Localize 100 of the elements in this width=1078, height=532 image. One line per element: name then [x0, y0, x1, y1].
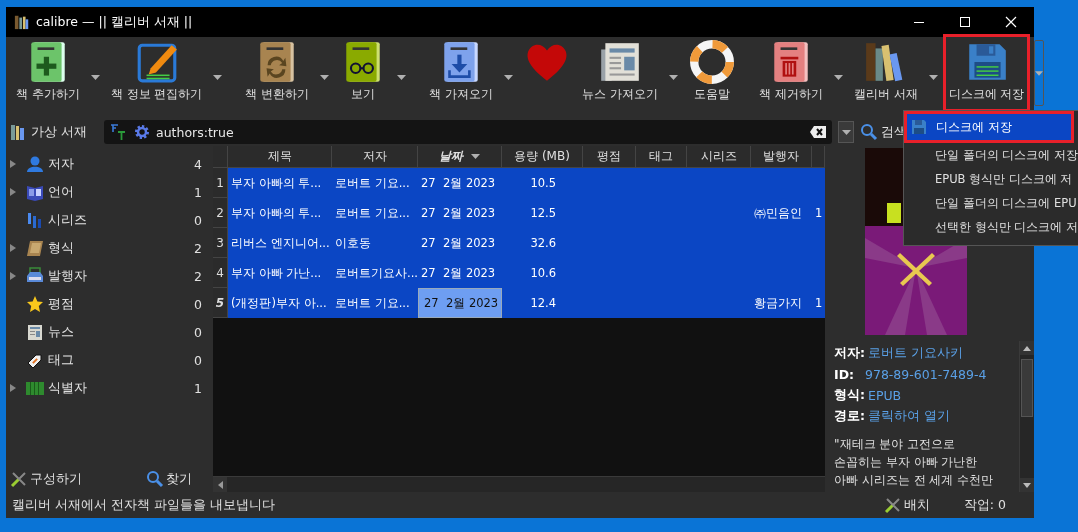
search-field[interactable]: authors:true — [104, 120, 832, 144]
language-book-icon — [26, 183, 44, 201]
gear-icon[interactable] — [134, 124, 150, 140]
table-cell-text: 1 — [814, 295, 824, 312]
field-value[interactable]: 로버트 기요사키 — [868, 345, 963, 362]
field-label: 저자: — [834, 345, 865, 362]
category-label[interactable]: 형식 — [48, 239, 191, 257]
table-row[interactable]: 4 부자 아빠 가난... 로버트기요사... 27 2월 2023 10.6 — [213, 258, 825, 288]
configure-button[interactable]: 구성하기 — [10, 470, 82, 488]
expand-icon[interactable] — [10, 244, 16, 252]
field-value[interactable]: EPUB — [868, 388, 902, 403]
column-header[interactable]: 평점 — [583, 146, 636, 168]
history-dropdown[interactable] — [838, 121, 854, 143]
row-number: 2 — [213, 198, 228, 228]
close-icon[interactable] — [1005, 16, 1017, 28]
field-value[interactable]: 클릭하여 열기 — [868, 408, 950, 425]
menu-item[interactable]: EPUB 형식만 디스크에 저 — [904, 167, 1078, 191]
column-header[interactable]: 제목 — [228, 146, 332, 168]
table-cell-text: 리버스 엔지니어... — [230, 234, 331, 252]
category-count: 0 — [194, 212, 202, 228]
toolbar-button[interactable]: 책 가져오기 — [423, 34, 500, 112]
category-label[interactable]: 태그 — [48, 351, 191, 369]
menu-item[interactable]: 디스크에 저장 — [904, 111, 1074, 143]
status-message: 캘리버 서재에서 전자책 파일들을 내보냅니다 — [12, 496, 276, 514]
column-header[interactable]: 저자 — [332, 146, 418, 168]
table-cell-text: 1 — [814, 205, 824, 222]
maximize-icon[interactable] — [959, 16, 971, 28]
toolbar-button[interactable]: 책 추가하기 — [10, 34, 86, 112]
menu-item[interactable]: 단일 폴더의 디스크에 저장 — [904, 143, 1078, 167]
table-cell-text: 12.4 — [529, 295, 557, 312]
tools-icon — [883, 496, 902, 514]
search-icon — [146, 470, 164, 488]
scroll-down-icon[interactable] — [1023, 482, 1031, 488]
toolbar-button[interactable]: 책 제거하기 — [752, 34, 829, 112]
category-count: 1 — [194, 184, 202, 200]
expand-icon[interactable] — [10, 188, 16, 196]
column-header — [213, 146, 228, 168]
menu-item[interactable]: 단일 폴더의 디스크에 EPU — [904, 191, 1078, 215]
table-cell: 27 2월 2023 — [418, 288, 502, 318]
table-cell-text: (개정판)부자 아... — [230, 294, 328, 312]
category-label[interactable]: 평점 — [48, 295, 191, 313]
category-label[interactable]: 발행자 — [48, 267, 191, 285]
expand-icon[interactable] — [10, 272, 16, 280]
row-number: 3 — [213, 228, 228, 258]
horizontal-scrollbar[interactable] — [213, 476, 825, 492]
toolbar-button[interactable]: 뉴스 가져오기 — [576, 34, 664, 112]
table-row[interactable]: 5 (개정판)부자 아... 로버트 기요... 27 2월 2023 12.4 황금가지 1 — [213, 288, 825, 318]
letters-icon — [110, 123, 128, 141]
jobs-count[interactable]: 작업: 0 — [963, 496, 1006, 514]
category-label[interactable]: 뉴스 — [48, 323, 191, 341]
category-count: 2 — [194, 268, 202, 284]
category-count: 0 — [194, 352, 202, 368]
column-header[interactable]: 태그 — [636, 146, 687, 168]
row-number: 4 — [213, 258, 228, 288]
window-title: calibre — || 캘리버 서재 || — [36, 13, 193, 31]
expand-icon[interactable] — [10, 160, 16, 168]
table-cell-text: 로버트 기요... — [334, 294, 411, 312]
scroll-up-icon[interactable] — [1023, 345, 1031, 351]
jobs-button[interactable]: 배치 — [877, 495, 936, 515]
field-label: 경로: — [834, 408, 865, 425]
table-cell-text: 부자 아빠 가난... — [230, 264, 323, 282]
lifebuoy-icon — [688, 39, 735, 85]
toolbar-button[interactable]: 책 정보 편집하기 — [104, 34, 209, 112]
table-row[interactable]: 1 부자 아빠의 투... 로버트 기요... 27 2월 2023 10.5 — [213, 168, 825, 198]
table-cell-text: 로버트 기요... — [334, 204, 411, 222]
toolbar-button[interactable]: 도움말 — [682, 34, 741, 112]
virtual-library-button[interactable]: 가상 서재 — [10, 123, 98, 141]
find-button[interactable]: 찾기 — [146, 470, 192, 488]
tag-icon — [26, 351, 44, 369]
category-count: 2 — [194, 240, 202, 256]
field-label: ID: — [834, 367, 856, 382]
star-icon — [26, 295, 44, 313]
category-label[interactable]: 식별자 — [48, 379, 191, 397]
toolbar-button[interactable]: 보기 — [334, 34, 393, 112]
table-row[interactable]: 2 부자 아빠의 투... 로버트 기요... 27 2월 2023 12.5 ㈜민음인 1 — [213, 198, 825, 228]
category-label[interactable]: 시리즈 — [48, 211, 191, 229]
caret-icon — [471, 154, 480, 159]
category-label[interactable]: 저자 — [48, 155, 191, 173]
category-label[interactable]: 언어 — [48, 183, 191, 201]
menu-item[interactable]: 선택한 형식만 디스크에 저 — [904, 215, 1078, 239]
clear-icon[interactable] — [810, 126, 826, 138]
expand-icon[interactable] — [10, 384, 16, 392]
scroll-left-icon[interactable] — [217, 480, 223, 489]
toolbar-button[interactable]: 캘리버 서재 — [847, 34, 924, 112]
column-header[interactable]: 발행자 — [751, 146, 812, 168]
column-header[interactable]: 시리즈 — [687, 146, 751, 168]
printer-icon — [26, 267, 44, 285]
field-value[interactable]: 978-89-601-7489-4 — [865, 367, 987, 382]
series-bars-icon — [26, 211, 44, 229]
column-header[interactable]: 용량 (MB) — [502, 146, 583, 168]
table-cell-text: ㈜민음인 — [753, 204, 803, 222]
table-cell-text: 10.5 — [529, 175, 557, 192]
toolbar-button[interactable]: 책 변환하기 — [239, 34, 316, 112]
category-count: 0 — [194, 296, 202, 312]
vertical-scrollbar[interactable] — [1019, 341, 1034, 492]
category-count: 4 — [194, 156, 202, 172]
tools-icon — [10, 470, 28, 488]
table-row[interactable]: 3 리버스 엔지니어... 이호동 27 2월 2023 32.6 — [213, 228, 825, 258]
person-icon — [26, 155, 44, 173]
column-header[interactable]: 날짜 — [418, 146, 502, 168]
